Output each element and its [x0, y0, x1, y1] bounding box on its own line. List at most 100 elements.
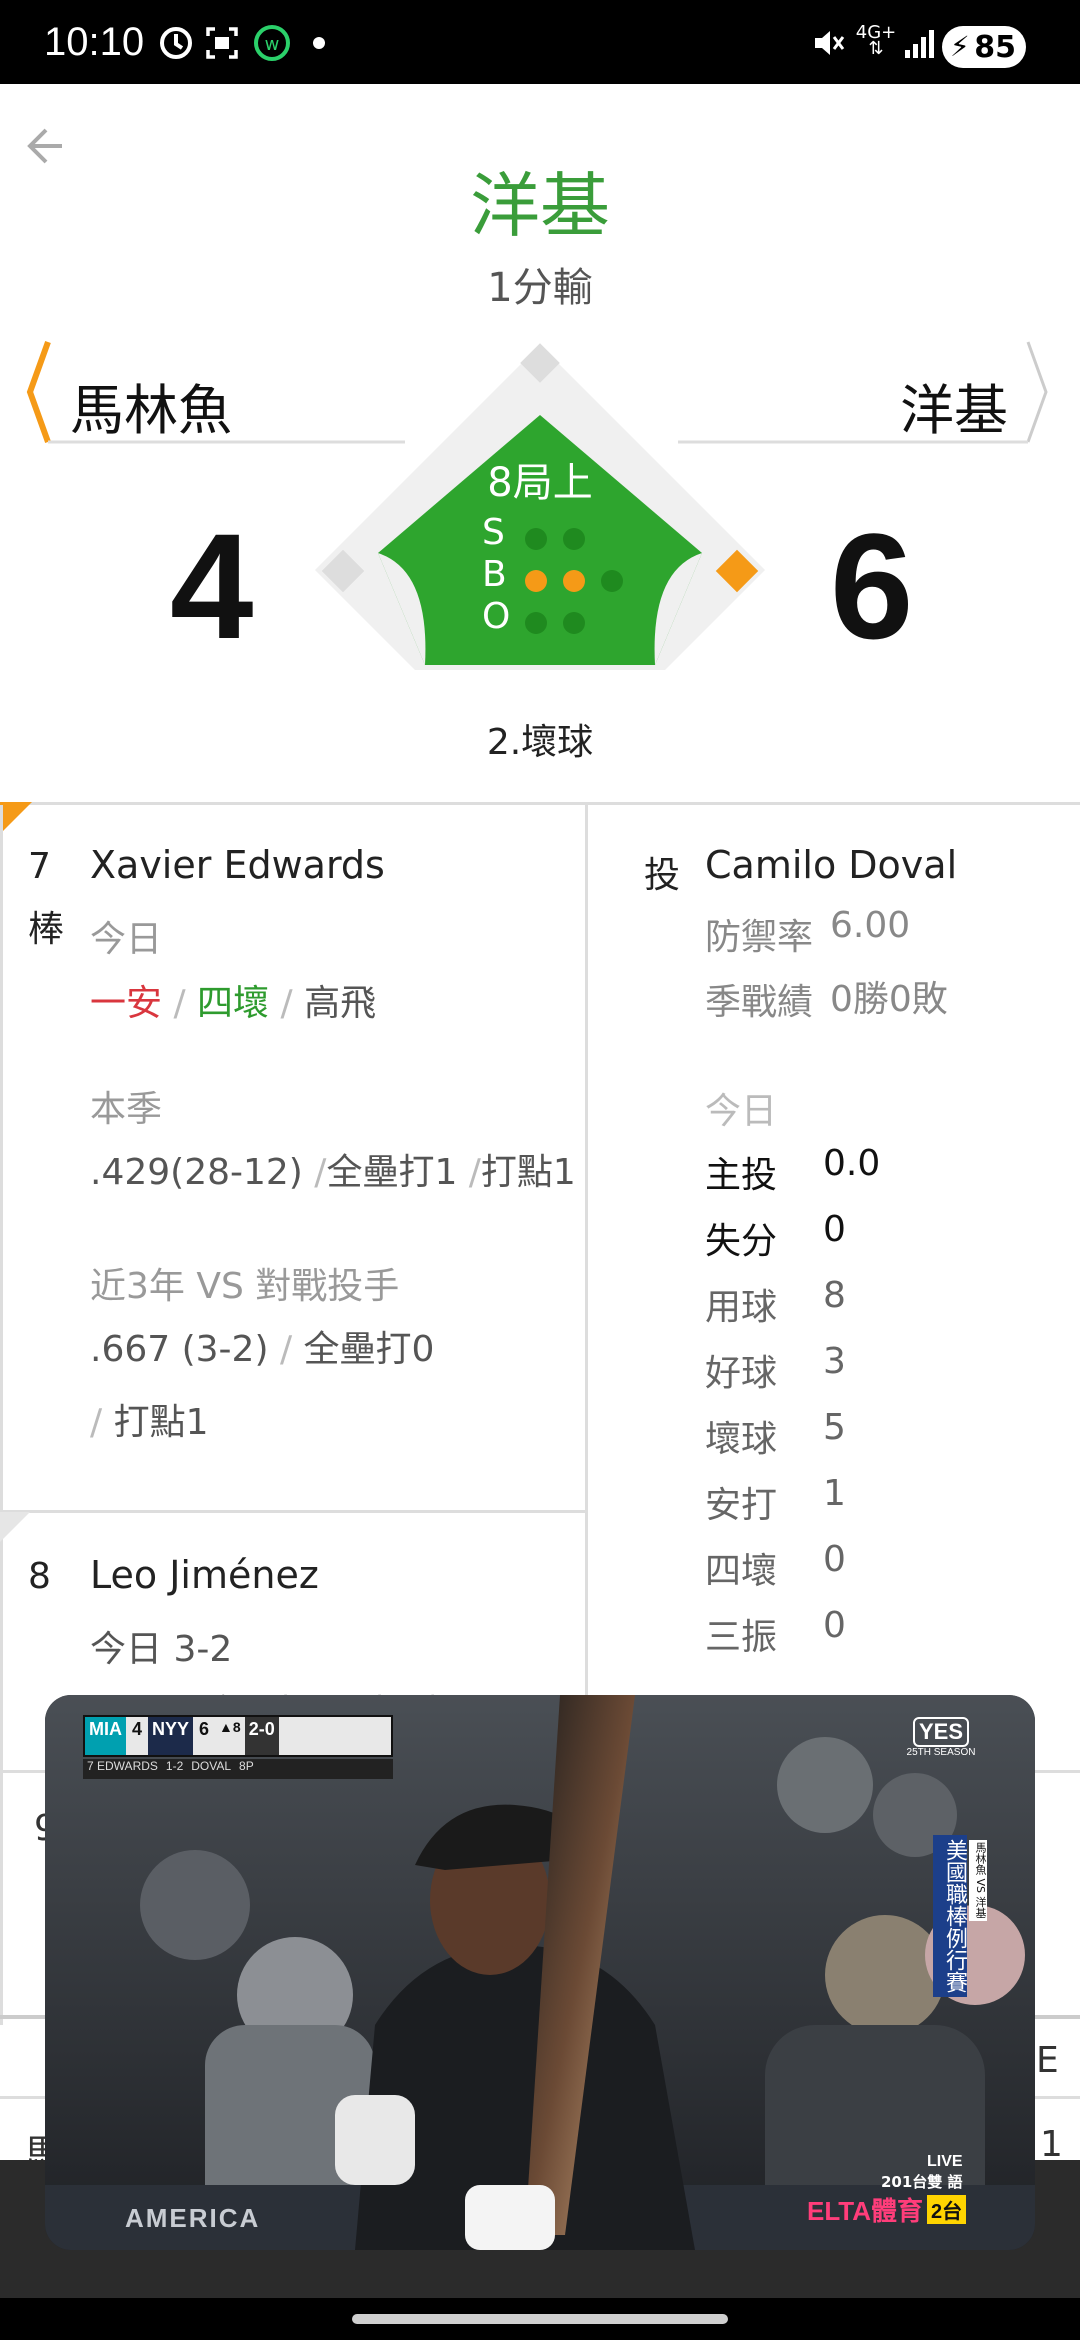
pitcher-stat-label: 好球: [705, 1353, 778, 1394]
notification-dot-icon: [312, 26, 326, 60]
side-banner: 美國職棒例行賽: [933, 1835, 967, 1997]
pitcher-stat-label: 失分: [705, 1221, 778, 1262]
strike-dot: [563, 528, 585, 550]
live-label: LIVE: [927, 2153, 963, 2170]
pitcher-today-label: 今日: [705, 1091, 778, 1132]
era-value: 6.00: [830, 905, 911, 946]
out-dot: [563, 612, 585, 634]
bug-home-score: 6: [199, 1719, 210, 1739]
status-bar: 10:10 w 4G+ ⇅ ⚡ 85: [0, 0, 1080, 84]
current-batter-marker: [0, 802, 32, 834]
pitcher-stat-label: 壞球: [705, 1419, 778, 1460]
ad-board-text: AMERICA: [125, 2203, 261, 2233]
vs-pitcher-label: 近3年 VS 對戰投手: [90, 1266, 400, 1307]
navigation-bar: [0, 2298, 1080, 2340]
batter-order-suffix: 棒: [28, 909, 65, 950]
bug-away-score: 4: [132, 1719, 143, 1739]
vs-rbi: 打點1: [113, 1402, 209, 1443]
network-type: 4G+ ⇅: [856, 24, 896, 58]
partial-header: E: [1036, 2040, 1059, 2081]
status-time: 10:10: [44, 20, 145, 64]
bug-home-team: NYY: [148, 1717, 194, 1755]
next-batter-order: 8: [28, 1556, 51, 1597]
next-batter-name[interactable]: Leo Jiménez: [90, 1553, 319, 1597]
elta-text: ELTA體育: [807, 2196, 924, 2226]
pitcher-role: 投: [644, 855, 681, 896]
side-banner-sub-text: 馬林魚 VS 洋基: [974, 1842, 987, 1919]
yes-logo-sub: 25TH SEASON: [906, 1747, 976, 1758]
pitcher-stat-label: 安打: [705, 1485, 778, 1526]
batter-name[interactable]: Xavier Edwards: [90, 843, 385, 887]
season-hr: 全壘打1: [326, 1152, 458, 1193]
pitcher-stat-value: 0.0: [823, 1143, 881, 1184]
bug-batter-stat: 1-2: [165, 1759, 184, 1773]
record-label: 季戰績: [705, 982, 814, 1023]
away-team-name[interactable]: 馬林魚: [70, 366, 232, 445]
home-score: 6: [830, 502, 914, 670]
vs-pitcher-stats: .667 (3-2) / 全壘打0: [90, 1329, 435, 1370]
era-label: 防禦率: [705, 917, 814, 958]
batter-order: 7: [28, 846, 51, 887]
section-divider: [0, 802, 1080, 805]
elta-logo: ELTA體育 2台: [807, 2191, 967, 2228]
ball-label: B: [482, 554, 507, 595]
ball-dot: [563, 570, 585, 592]
batter-today-results: 一安 / 四壞 / 高飛: [90, 983, 377, 1024]
next-batter-today: 今日 3-2: [90, 1629, 233, 1670]
bug-pitch-count: 8P: [239, 1759, 254, 1773]
pitcher-stat-label: 四壞: [705, 1551, 778, 1592]
out-dot: [525, 612, 547, 634]
home-team-name[interactable]: 洋基: [900, 366, 1008, 445]
strike-dot: [525, 528, 547, 550]
result-flyout: 高飛: [304, 983, 377, 1024]
out-label: O: [482, 596, 511, 637]
batter-today-label: 今日: [90, 919, 163, 960]
yes-logo-text: YES: [912, 1717, 970, 1747]
home-gesture-handle[interactable]: [352, 2314, 728, 2324]
bug-count: 2-0: [244, 1717, 279, 1755]
side-banner-text: 美國職棒例行賽: [942, 1839, 967, 1993]
season-label: 本季: [90, 1089, 163, 1130]
bug-pitcher: DOVAL: [191, 1759, 232, 1773]
next-batter-marker: [0, 1512, 30, 1542]
vs-avg: .667 (3-2): [90, 1329, 269, 1370]
pitcher-stat-value: 0: [823, 1209, 846, 1250]
partial-value: 1: [1040, 2124, 1063, 2165]
bug-inning: ▲8: [219, 1719, 241, 1735]
score-bug: MIA 4 NYY 6 ▲8 2-0: [83, 1715, 393, 1757]
wechat-icon: w: [252, 25, 292, 61]
column-divider: [585, 805, 588, 1700]
score-diff: 1分輸: [487, 265, 593, 311]
elta-channel: 2台: [927, 2195, 967, 2224]
bug-batter: 7 EDWARDS: [87, 1759, 158, 1773]
season-rbi: 打點1: [480, 1152, 576, 1193]
battery-indicator: ⚡ 85: [942, 26, 1026, 68]
batter-divider: [0, 1510, 585, 1513]
record-value: 0勝0敗: [830, 979, 948, 1020]
away-score: 4: [170, 502, 254, 670]
pitcher-stat-value: 0: [823, 1539, 846, 1580]
pitcher-name[interactable]: Camilo Doval: [705, 843, 957, 887]
yes-logo: YES 25TH SEASON: [895, 1717, 987, 1758]
pitcher-stat-value: 0: [823, 1605, 846, 1646]
season-stats: .429(28-12) /全壘打1 /打點1: [90, 1152, 576, 1193]
bug-away-team: MIA: [85, 1717, 126, 1755]
result-hit: 一安: [90, 983, 163, 1024]
pitcher-stat-value: 3: [823, 1341, 846, 1382]
pitcher-stat-value: 5: [823, 1407, 846, 1448]
pitcher-stat-label: 用球: [705, 1287, 778, 1328]
season-avg: .429(28-12): [90, 1152, 303, 1193]
result-walk: 四壞: [197, 983, 270, 1024]
charging-icon: ⚡: [950, 30, 970, 63]
vs-hr: 全壘打0: [303, 1329, 435, 1370]
video-player[interactable]: MIA 4 NYY 6 ▲8 2-0 7 EDWARDS 1-2 DOVAL 8…: [45, 1695, 1035, 2250]
bug-subline: 7 EDWARDS 1-2 DOVAL 8P: [83, 1759, 393, 1779]
pitcher-stat-value: 8: [823, 1275, 846, 1316]
mute-icon: [810, 26, 846, 60]
ball-dot: [525, 570, 547, 592]
strike-label: S: [482, 512, 505, 553]
side-banner-sub: 馬林魚 VS 洋基: [969, 1840, 987, 1921]
ball-dot: [601, 570, 623, 592]
page-title: 洋基: [470, 165, 610, 247]
last-play: 2.壞球: [486, 722, 594, 763]
